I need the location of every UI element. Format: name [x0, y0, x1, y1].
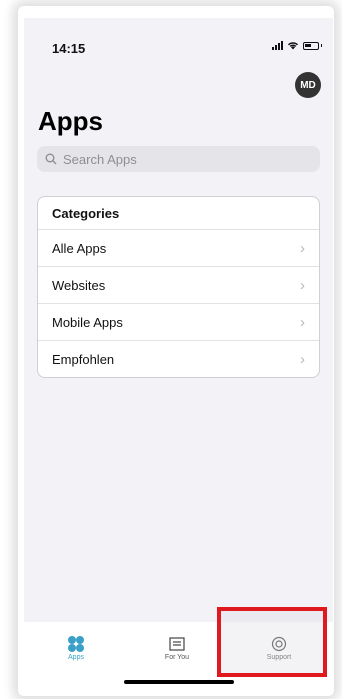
tab-apps[interactable]: Apps — [36, 634, 116, 661]
category-item-mobile-apps[interactable]: Mobile Apps › — [38, 303, 319, 340]
status-icons — [272, 41, 322, 50]
tab-for-you[interactable]: For You — [137, 634, 217, 661]
for-you-icon — [169, 634, 185, 654]
chevron-right-icon: › — [300, 276, 305, 294]
apps-grid-icon — [67, 634, 85, 654]
battery-icon — [303, 41, 322, 50]
wifi-icon — [287, 42, 299, 50]
categories-heading: Categories — [52, 205, 120, 221]
screenshot-frame: 14:15 MD Apps Categories Alle App — [0, 0, 342, 699]
chevron-right-icon: › — [300, 313, 305, 331]
search-icon — [45, 153, 57, 165]
category-item-alle-apps[interactable]: Alle Apps › — [38, 229, 319, 266]
category-label: Alle Apps — [52, 240, 107, 256]
search-input[interactable] — [61, 150, 305, 168]
search-bar[interactable] — [37, 146, 320, 172]
category-item-websites[interactable]: Websites › — [38, 266, 319, 303]
tab-label: For You — [164, 654, 190, 661]
cellular-signal-icon — [272, 41, 283, 50]
phone-screen: 14:15 MD Apps Categories Alle App — [24, 18, 333, 690]
chevron-right-icon: › — [300, 239, 305, 257]
home-indicator — [124, 680, 234, 684]
category-item-empfohlen[interactable]: Empfohlen › — [38, 340, 319, 377]
category-label: Empfohlen — [52, 351, 115, 367]
chevron-right-icon: › — [300, 350, 305, 368]
category-label: Websites — [52, 277, 106, 293]
category-label: Mobile Apps — [52, 314, 123, 330]
page-title: Apps — [38, 106, 103, 136]
tab-label: Apps — [68, 654, 84, 661]
categories-card: Categories Alle Apps › Websites › Mobile… — [37, 196, 320, 378]
support-tab-highlight — [217, 607, 327, 677]
status-time: 14:15 — [52, 41, 86, 56]
avatar[interactable]: MD — [295, 72, 321, 98]
